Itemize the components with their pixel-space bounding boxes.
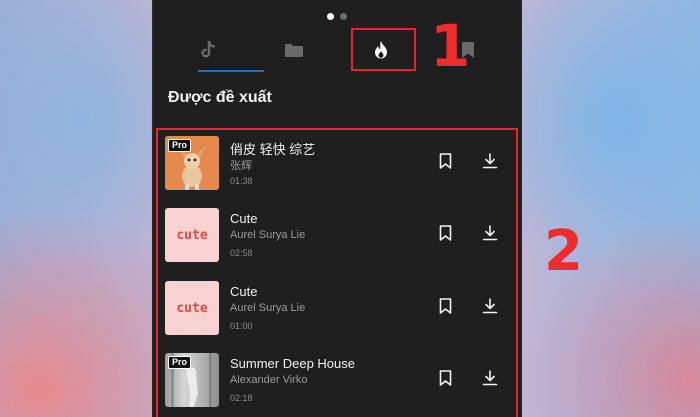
bookmark-outline-icon (439, 297, 452, 319)
page-dot-2[interactable] (340, 13, 347, 20)
tab-bar (0, 28, 700, 72)
track-thumbnail: cute (165, 281, 219, 335)
track-duration: 02:18 (230, 393, 253, 403)
bookmark-button[interactable] (434, 369, 456, 391)
track-artist: Aurel Surya Lie (230, 302, 306, 314)
track-thumbnail: cute (165, 208, 219, 262)
track-thumbnail: Pro (165, 353, 219, 407)
track-item[interactable]: cute Cute Aurel Surya Lie 02:58 (165, 208, 510, 264)
annotation-number-2: 2 (544, 219, 583, 284)
track-artist: Alexander Virko (230, 374, 308, 386)
track-duration: 02:58 (230, 248, 253, 258)
tiktok-icon (200, 41, 216, 59)
bookmark-button[interactable] (434, 224, 456, 246)
bookmark-button[interactable] (434, 297, 456, 319)
page-dot-1[interactable] (327, 13, 334, 20)
download-button[interactable] (479, 369, 501, 391)
section-title: Được đề xuất (168, 89, 272, 106)
track-title: Summer Deep House (230, 356, 355, 371)
tab-active-underline (198, 70, 264, 72)
download-button[interactable] (479, 224, 501, 246)
track-title: 俏皮 轻快 综艺 (230, 142, 316, 157)
download-icon (482, 224, 498, 246)
track-title: Cute (230, 284, 258, 299)
folder-icon (284, 42, 304, 58)
pro-badge: Pro (168, 356, 192, 369)
download-icon (482, 297, 498, 319)
track-item[interactable]: Pro 俏皮 轻快 综艺 张辉 01:38 (165, 136, 510, 192)
tab-tiktok[interactable] (178, 28, 238, 72)
annotation-box-1 (351, 28, 416, 71)
download-icon (482, 369, 498, 391)
track-item[interactable]: cute Cute Aurel Surya Lie 01:00 (165, 281, 510, 337)
track-artist: 张辉 (230, 160, 252, 172)
track-item[interactable]: Pro Summer Deep House Alexander Virko 02… (165, 353, 510, 409)
track-artist: Aurel Surya Lie (230, 229, 306, 241)
track-title: Cute (230, 211, 258, 226)
thumbnail-text: cute (176, 227, 208, 243)
thumbnail-text: cute (176, 300, 208, 316)
bookmark-outline-icon (439, 152, 452, 174)
bookmark-outline-icon (439, 369, 452, 391)
bookmark-button[interactable] (434, 152, 456, 174)
bookmark-outline-icon (439, 224, 452, 246)
pro-badge: Pro (168, 139, 192, 152)
track-thumbnail: Pro (165, 136, 219, 190)
tab-folder[interactable] (264, 28, 324, 72)
download-icon (482, 152, 498, 174)
download-button[interactable] (479, 297, 501, 319)
annotation-number-1: 1 (430, 12, 471, 80)
track-duration: 01:38 (230, 176, 253, 186)
track-duration: 01:00 (230, 321, 253, 331)
download-button[interactable] (479, 152, 501, 174)
